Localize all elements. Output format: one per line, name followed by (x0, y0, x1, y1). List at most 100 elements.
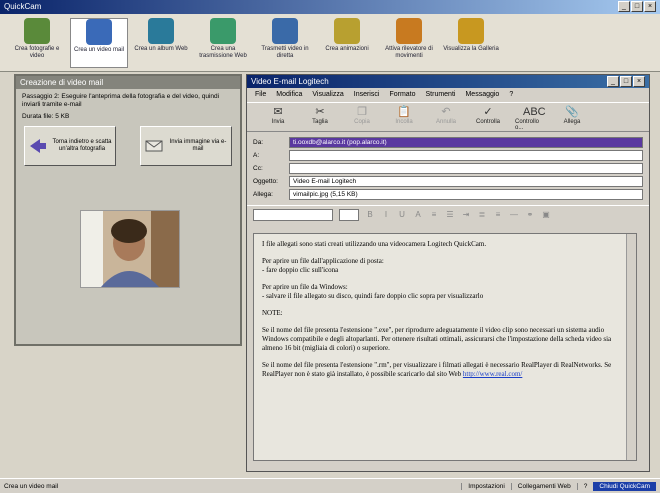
email-maximize-button[interactable]: □ (620, 76, 632, 87)
email-menu-bar: File Modifica Visualizza Inserisci Formato St… (247, 88, 649, 102)
line-icon[interactable]: — (509, 210, 519, 219)
cc-label: Cc: (253, 165, 263, 172)
email-tool-button[interactable]: ✂ Taglia (305, 105, 335, 129)
underline-icon[interactable]: U (397, 210, 407, 219)
menu-item[interactable]: File (255, 91, 266, 99)
toolbar-icon (458, 18, 484, 44)
toolbar-button[interactable]: Crea un video mail (70, 18, 128, 68)
toolbar-button-label: Trasmetti video in diretta (261, 46, 309, 59)
toolbar-icon (86, 19, 112, 45)
email-minimize-button[interactable]: _ (607, 76, 619, 87)
email-tool-label: Controllo o... (515, 119, 540, 131)
numbered-list-icon[interactable]: ≡ (429, 210, 439, 219)
subject-field[interactable]: Video E-mail Logitech (289, 176, 643, 187)
maximize-button[interactable]: □ (631, 1, 643, 12)
email-tool-label: Incolla (395, 119, 413, 125)
toolbar-button[interactable]: Attiva rilevatore di movimenti (380, 18, 438, 68)
email-tool-icon: ✓ (483, 106, 493, 118)
toolbar-button-label: Crea un album Web (134, 46, 188, 52)
email-tool-button[interactable]: 📎 Allega (557, 105, 587, 129)
status-bar: Crea un video mail Impostazioni Collegam… (0, 478, 660, 493)
email-tool-button[interactable]: ✉ Invia (263, 105, 293, 129)
menu-item[interactable]: Strumenti (426, 91, 456, 99)
menu-item[interactable]: Formato (389, 91, 415, 99)
image-icon[interactable]: ▣ (541, 210, 551, 219)
email-title-bar: Video E-mail Logitech _ □ × (247, 75, 649, 88)
app-title-bar: QuickCam _ □ × (0, 0, 660, 14)
email-tool-icon: ❐ (357, 106, 367, 118)
toolbar-button-label: Crea animazioni (325, 46, 369, 52)
toolbar-button-label: Crea una trasmissione Web (199, 46, 247, 59)
subject-label: Oggetto: (253, 178, 278, 185)
web-links-button[interactable]: Collegamenti Web (510, 482, 577, 490)
email-tool-label: Copia (354, 119, 370, 125)
email-tool-button[interactable]: ↶ Annulla (431, 105, 461, 129)
font-size-select[interactable] (339, 208, 359, 221)
send-mail-icon (145, 140, 163, 152)
email-tool-icon: ✂ (315, 106, 325, 118)
toolbar-button[interactable]: Crea fotografie e video (8, 18, 66, 68)
toolbar-button[interactable]: Trasmetti video in diretta (256, 18, 314, 68)
preview-image (81, 211, 179, 287)
close-button[interactable]: × (644, 1, 656, 12)
email-tool-button[interactable]: 📋 Incolla (389, 105, 419, 129)
minimize-button[interactable]: _ (618, 1, 630, 12)
email-close-button[interactable]: × (633, 76, 645, 87)
cc-field[interactable] (289, 163, 643, 174)
body-scrollbar[interactable] (626, 234, 636, 460)
font-select[interactable] (253, 208, 333, 221)
subject-row: Oggetto: Video E-mail Logitech (247, 175, 649, 188)
toolbar-button[interactable]: Crea animazioni (318, 18, 376, 68)
italic-icon[interactable]: I (381, 210, 391, 219)
body-paragraph: Per aprire un file dall'applicazione di … (262, 257, 384, 274)
indent-icon[interactable]: ⇥ (461, 210, 471, 219)
from-row: Da: ti.ooxdb@alarco.it (pop.alarco.it) (247, 136, 649, 149)
toolbar-button-label: Crea un video mail (73, 47, 125, 53)
from-field[interactable]: ti.ooxdb@alarco.it (pop.alarco.it) (289, 137, 643, 148)
email-tool-button[interactable]: ABC Controllo o... (515, 105, 546, 131)
email-toolbar: ✉ Invia ✂ Taglia ❐ Copia 📋 Incolla ↶ Annulla ✓ Cont… (247, 102, 649, 132)
step-instructions: Passaggio 2: Eseguire l'anteprima della … (22, 93, 220, 108)
email-tool-button[interactable]: ✓ Controlla (473, 105, 503, 129)
body-paragraph: NOTE: (262, 309, 283, 317)
email-body[interactable]: I file allegati sono stati creati utiliz… (253, 233, 637, 461)
menu-item[interactable]: ? (509, 91, 513, 99)
to-field[interactable] (289, 150, 643, 161)
close-quickcam-button[interactable]: Chiudi QuickCam (593, 481, 656, 491)
email-tool-icon: ABC (523, 106, 546, 118)
window-controls: _ □ × (618, 1, 656, 12)
email-tool-icon: ↶ (441, 106, 451, 118)
toolbar-button[interactable]: Visualizza la Galleria (442, 18, 500, 68)
toolbar-icon (24, 18, 50, 44)
menu-item[interactable]: Visualizza (312, 91, 343, 99)
email-tool-label: Allega (563, 119, 581, 125)
menu-item[interactable]: Inserisci (354, 91, 380, 99)
send-email-button[interactable]: Invia immagine via e-mail (140, 126, 232, 166)
settings-button[interactable]: Impostazioni (461, 482, 511, 490)
realplayer-link[interactable]: http://www.real.com/ (463, 370, 522, 378)
attachment-field[interactable]: vimailpic.jpg (5,15 KB) (289, 189, 643, 200)
toolbar-button[interactable]: Crea una trasmissione Web (194, 18, 252, 68)
back-button[interactable]: Torna indietro e scatta un'altra fotogra… (24, 126, 116, 166)
email-title: Video E-mail Logitech (251, 77, 329, 86)
email-tool-label: Controlla (475, 119, 500, 125)
font-color-icon[interactable]: A (413, 210, 423, 219)
help-button[interactable]: ? (576, 482, 594, 490)
menu-item[interactable]: Modifica (276, 91, 302, 99)
main-toolbar: Crea fotografie e video Crea un video mai… (0, 14, 660, 72)
panel-title: Creazione di video mail (16, 76, 240, 89)
email-tool-button[interactable]: ❐ Copia (347, 105, 377, 129)
email-tool-icon: 📋 (397, 106, 411, 118)
toolbar-button-label: Visualizza la Galleria (443, 46, 499, 52)
link-icon[interactable]: ⚭ (525, 210, 535, 219)
attach-row: Allega: vimailpic.jpg (5,15 KB) (247, 188, 649, 201)
format-toolbar: B I U A ≡ ☰ ⇥ ≣ ≡ — ⚭ ▣ (247, 205, 649, 223)
align-center-icon[interactable]: ≡ (493, 210, 503, 219)
bold-icon[interactable]: B (365, 210, 375, 219)
toolbar-button[interactable]: Crea un album Web (132, 18, 190, 68)
status-text: Crea un video mail (4, 482, 59, 490)
menu-item[interactable]: Messaggio (465, 91, 499, 99)
align-left-icon[interactable]: ≣ (477, 210, 487, 219)
bullet-list-icon[interactable]: ☰ (445, 210, 455, 219)
email-tool-icon: 📎 (565, 106, 579, 118)
